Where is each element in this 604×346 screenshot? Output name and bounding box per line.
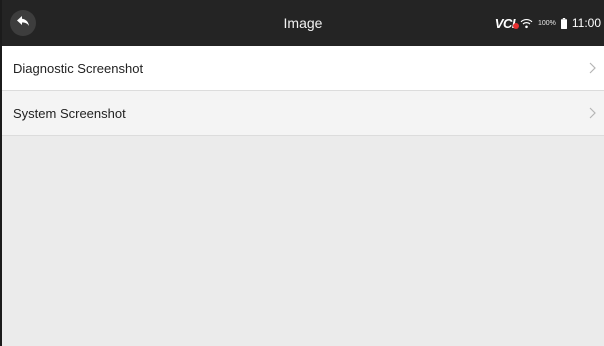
list-item-diagnostic-screenshot[interactable]: Diagnostic Screenshot [2,46,604,91]
top-bar: Image VCI 100% 11:00 [2,0,604,46]
battery-percent: 100% [537,19,556,27]
list-item-label: Diagnostic Screenshot [13,60,144,76]
wifi-icon [520,18,533,29]
screenshot-type-list: Diagnostic Screenshot System Screenshot [2,46,604,136]
vci-status-dot [512,22,519,29]
vci-label: VCI [494,15,516,31]
clock: 11:00 [571,16,601,30]
list-item-system-screenshot[interactable]: System Screenshot [2,91,604,136]
app-window: Image VCI 100% 11:00 Diagnostic Screensh… [0,0,604,346]
battery-icon [560,17,567,29]
list-item-label: System Screenshot [13,105,126,121]
vci-connection-icon: VCI [494,15,519,31]
status-bar: VCI 100% 11:00 [495,0,601,46]
